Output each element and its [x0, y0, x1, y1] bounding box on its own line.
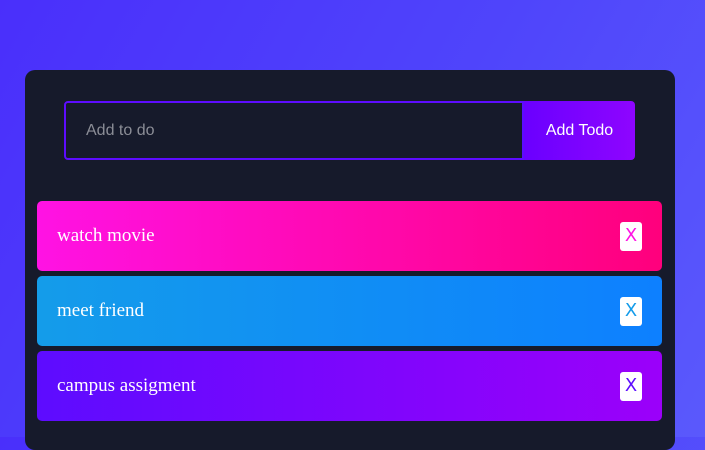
delete-todo-button[interactable]: X [620, 296, 642, 326]
todo-item: watch movie X [37, 201, 662, 271]
todo-item-text: meet friend [57, 300, 145, 321]
delete-todo-button[interactable]: X [620, 221, 642, 251]
todo-list: watch movie X meet friend X campus assig… [37, 201, 662, 426]
delete-todo-button[interactable]: X [620, 371, 642, 401]
todo-input[interactable] [64, 101, 524, 160]
todo-item: campus assigment X [37, 351, 662, 421]
todo-item-text: campus assigment [57, 375, 196, 396]
todo-item-text: watch movie [57, 225, 155, 246]
todo-form: Add To do [64, 101, 635, 160]
add-todo-button[interactable]: Add Todo [524, 101, 635, 160]
todo-app: Add Todo watch movie X meet friend X cam… [25, 70, 675, 450]
todo-item: meet friend X [37, 276, 662, 346]
